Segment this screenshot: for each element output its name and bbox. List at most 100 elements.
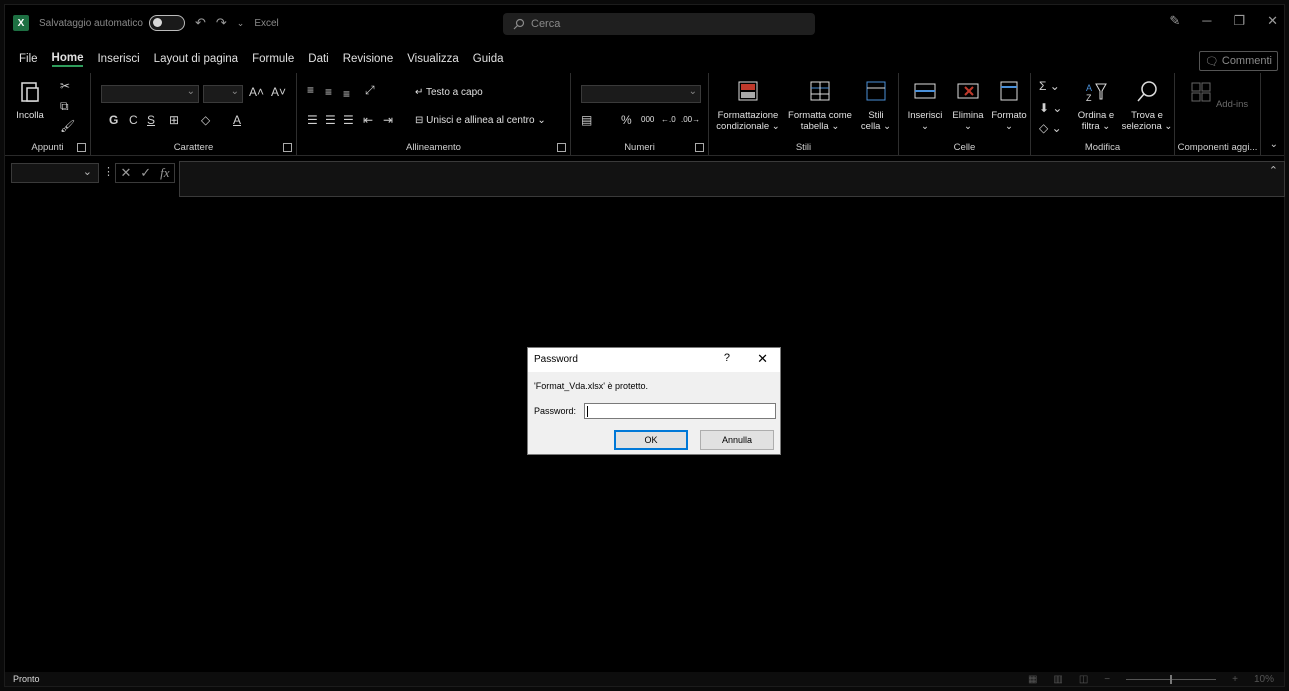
tab-data[interactable]: Dati: [308, 53, 328, 65]
autosave-label: Salvataggio automatico: [39, 17, 143, 29]
redo-icon[interactable]: ↷: [216, 15, 227, 31]
ribbon-tabs: File Home Inserisci Layout di pagina For…: [5, 49, 1284, 69]
font-name-combo[interactable]: [101, 85, 199, 103]
accounting-format-icon[interactable]: ▤: [581, 113, 592, 127]
tab-home[interactable]: Home: [51, 52, 84, 67]
name-box[interactable]: [11, 163, 99, 183]
borders-icon[interactable]: ⊞: [169, 113, 179, 127]
format-cells-button[interactable]: Formato ⌄: [989, 79, 1029, 132]
cell-styles-button[interactable]: Stili cella ⌄: [857, 79, 895, 132]
align-middle-icon[interactable]: ≡: [325, 85, 332, 99]
align-right-icon[interactable]: ☰: [343, 113, 354, 127]
zoom-slider[interactable]: [1126, 675, 1217, 684]
conditional-formatting-button[interactable]: Formattazione condizionale ⌄: [713, 79, 783, 132]
window-controls: ✎ ─ ❐ ✕: [1169, 13, 1278, 29]
cut-icon[interactable]: ✂: [60, 79, 70, 93]
number-format-combo[interactable]: [581, 85, 701, 103]
minimize-icon[interactable]: ─: [1202, 13, 1211, 29]
align-left-icon[interactable]: ☰: [307, 113, 318, 127]
bold-button[interactable]: G: [109, 113, 118, 127]
wrap-text-button[interactable]: ↵ Testo a capo: [415, 87, 483, 98]
format-painter-icon[interactable]: 🖌: [60, 119, 75, 133]
increase-indent-icon[interactable]: ⇥: [383, 113, 393, 127]
cell-styles-icon: [866, 81, 886, 101]
font-size-combo[interactable]: [203, 85, 243, 103]
conditional-formatting-label-2: condizionale: [716, 121, 770, 132]
sort-filter-label-2: filtra: [1081, 121, 1100, 132]
sort-filter-label-1: Ordina e: [1077, 110, 1115, 121]
font-launcher-icon[interactable]: [283, 143, 292, 152]
normal-view-icon[interactable]: ▦: [1028, 674, 1037, 685]
comments-button[interactable]: 🗨 Commenti: [1198, 51, 1278, 71]
page-break-view-icon[interactable]: ◫: [1079, 674, 1088, 685]
tab-page-layout[interactable]: Layout di pagina: [154, 53, 238, 65]
status-controls: ▦ ▥ ◫ − + 10%: [1028, 674, 1274, 685]
format-as-table-button[interactable]: Formatta come tabella ⌄: [787, 79, 853, 132]
password-label: Password:: [534, 406, 577, 416]
tab-file[interactable]: File: [19, 53, 38, 65]
copy-icon[interactable]: ⧉: [60, 99, 69, 114]
cancel-button[interactable]: Annulla: [700, 430, 774, 450]
addins-button[interactable]: Add-ins: [1183, 79, 1253, 110]
zoom-level[interactable]: 10%: [1254, 674, 1274, 685]
addins-label: Add-ins: [1215, 99, 1249, 110]
clipboard-launcher-icon[interactable]: [77, 143, 86, 152]
insert-cells-icon: [914, 83, 936, 99]
customize-toolbar-icon[interactable]: ⌄: [237, 18, 245, 29]
decrease-indent-icon[interactable]: ⇤: [363, 113, 373, 127]
restore-icon[interactable]: ❐: [1233, 13, 1245, 29]
tab-formulas[interactable]: Formule: [252, 53, 294, 65]
underline-button[interactable]: S: [147, 113, 155, 127]
conditional-formatting-icon: [738, 81, 758, 101]
decrease-decimal-icon[interactable]: .00→: [681, 115, 700, 124]
help-icon[interactable]: ?: [724, 352, 730, 364]
zoom-out-icon[interactable]: −: [1104, 674, 1110, 685]
search-box[interactable]: Cerca: [503, 13, 815, 35]
increase-decimal-icon[interactable]: ←.0: [661, 115, 676, 124]
percent-button[interactable]: %: [621, 113, 632, 127]
zoom-in-icon[interactable]: +: [1232, 674, 1238, 685]
fill-icon[interactable]: ⬇ ⌄: [1039, 101, 1062, 115]
sort-filter-button[interactable]: AZ Ordina e filtra ⌄: [1071, 79, 1121, 132]
tab-insert[interactable]: Inserisci: [97, 53, 139, 65]
confirm-entry-icon[interactable]: ✓: [140, 165, 151, 181]
increase-font-icon[interactable]: A˄: [249, 85, 264, 99]
close-icon[interactable]: ✕: [1267, 13, 1278, 29]
number-launcher-icon[interactable]: [695, 143, 704, 152]
delete-cells-button[interactable]: Elimina ⌄: [947, 79, 989, 132]
find-select-button[interactable]: Trova e seleziona ⌄: [1121, 79, 1173, 132]
clear-icon[interactable]: ◇ ⌄: [1039, 121, 1062, 135]
password-field[interactable]: [584, 403, 776, 419]
autosum-icon[interactable]: Σ ⌄: [1039, 79, 1060, 93]
tab-view[interactable]: Visualizza: [407, 53, 459, 65]
page-layout-view-icon[interactable]: ▥: [1053, 674, 1062, 685]
align-center-icon[interactable]: ☰: [325, 113, 336, 127]
merge-center-button[interactable]: ⊟ Unisci e allinea al centro ⌄: [415, 115, 546, 126]
paste-button[interactable]: Incolla: [13, 79, 47, 121]
font-color-icon[interactable]: A: [233, 113, 241, 127]
comments-label: Commenti: [1221, 55, 1272, 67]
orientation-icon[interactable]: ⤢: [365, 83, 375, 98]
cancel-entry-icon[interactable]: ✕: [120, 165, 131, 181]
formula-input[interactable]: [179, 161, 1285, 197]
undo-icon[interactable]: ↶: [195, 15, 206, 31]
fill-color-icon[interactable]: ◇: [201, 113, 210, 127]
pen-icon[interactable]: ✎: [1169, 13, 1180, 29]
insert-function-button[interactable]: fx: [160, 165, 169, 181]
ok-button[interactable]: OK: [614, 430, 688, 450]
alignment-launcher-icon[interactable]: [557, 143, 566, 152]
tab-help[interactable]: Guida: [473, 53, 504, 65]
decrease-font-icon[interactable]: A˅: [271, 85, 286, 99]
thousands-button[interactable]: 000: [641, 115, 654, 124]
autosave-toggle[interactable]: [148, 15, 185, 31]
dialog-close-icon[interactable]: ✕: [757, 351, 768, 367]
format-cells-icon: [1000, 81, 1018, 101]
tab-review[interactable]: Revisione: [343, 53, 394, 65]
ribbon-options-chevron-icon[interactable]: ⌄: [1270, 139, 1278, 150]
align-top-icon[interactable]: ≡: [307, 83, 314, 97]
italic-button[interactable]: C: [129, 113, 138, 127]
insert-cells-button[interactable]: Inserisci ⌄: [903, 79, 947, 132]
conditional-formatting-label-1: Formattazione: [717, 110, 779, 121]
align-bottom-icon[interactable]: ≡: [343, 87, 350, 101]
wrap-text-icon: ↵: [415, 87, 424, 98]
